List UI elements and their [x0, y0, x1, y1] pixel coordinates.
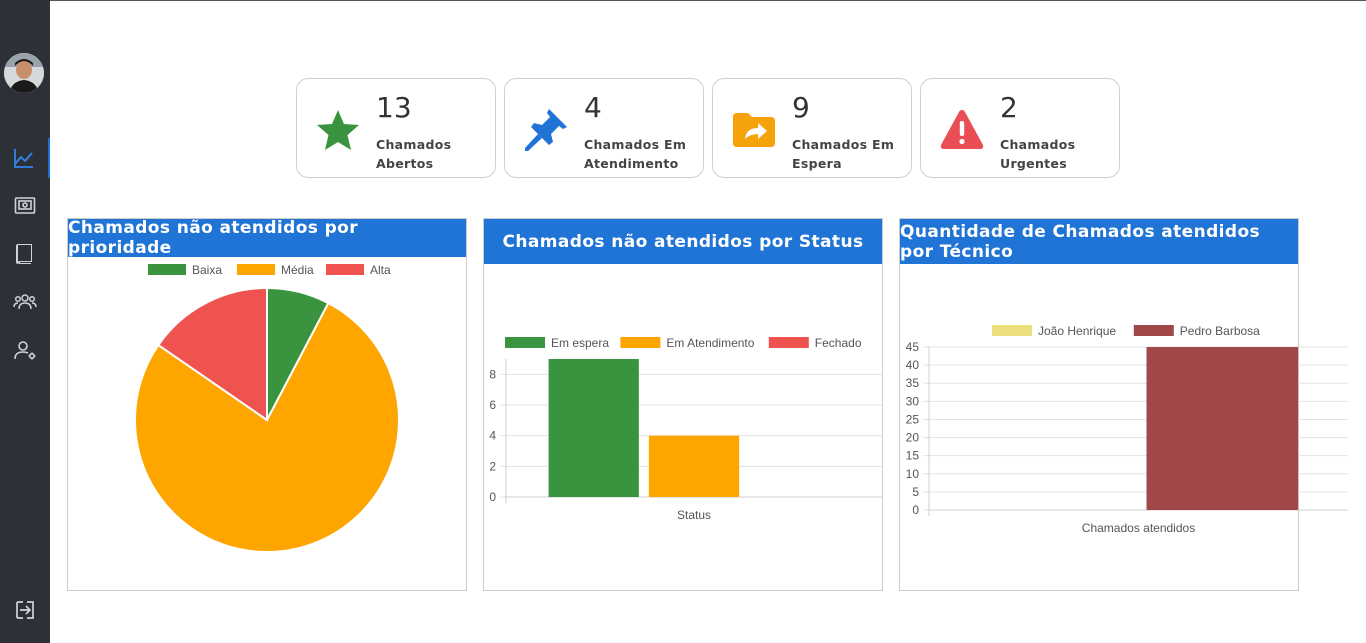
book-icon [16, 244, 32, 264]
panel-status: Chamados não atendidos por Status Em esp… [483, 218, 883, 591]
bar-em-espera [548, 359, 639, 497]
panel-technician: Quantidade de Chamados atendidos por Téc… [899, 218, 1348, 591]
legend-swatch [1133, 325, 1174, 336]
y-tick-label: 6 [489, 398, 496, 412]
panel-priority: Chamados não atendidos por prioridade Ba… [67, 218, 467, 591]
y-tick-label: 30 [906, 394, 920, 408]
card-label: Chamados Abertos [376, 137, 452, 171]
card-count: 13 [376, 91, 412, 124]
y-tick-label: 10 [906, 467, 920, 481]
card-label: Chamados Em Atendimento [584, 137, 687, 171]
card-count: 2 [1000, 91, 1018, 124]
y-tick-label: 45 [906, 340, 920, 354]
sidebar-item-tickets[interactable] [0, 186, 50, 226]
sidebar-item-knowledge-base[interactable] [0, 234, 50, 274]
avatar[interactable] [4, 53, 44, 93]
sidebar-item-user-settings[interactable] [0, 330, 50, 370]
star-icon [317, 110, 359, 150]
y-tick-label: 40 [906, 358, 920, 372]
legend-label: Pedro Barbosa [1180, 324, 1260, 338]
screen-board-icon [14, 197, 36, 214]
card-count: 9 [792, 91, 810, 124]
bar-pedro-barbosa [1146, 347, 1299, 510]
folder-share-icon [733, 113, 775, 147]
card-open-tickets[interactable]: 13 Chamados Abertos [296, 78, 496, 178]
y-tick-label: 25 [906, 412, 920, 426]
y-tick-label: 35 [906, 376, 920, 390]
x-axis-label: Status [677, 508, 711, 522]
technician-bar-chart: João Henrique Pedro Barbosa 0 5 10 15 20 25 30 35… [906, 324, 1348, 535]
logout-icon [16, 601, 34, 619]
card-count: 4 [584, 91, 602, 124]
legend-swatch [148, 264, 186, 275]
priority-pie-chart: Baixa Média Alta [134, 263, 400, 553]
legend-swatch [326, 264, 364, 275]
top-border [50, 0, 1366, 1]
legend-label: Em espera [551, 336, 609, 350]
line-chart-icon [14, 149, 33, 168]
bar-em-atendimento [648, 435, 740, 497]
logout-button[interactable] [0, 590, 50, 630]
warning-icon [940, 110, 984, 149]
card-label: Chamados Urgentes [1000, 137, 1076, 171]
legend-label: Em Atendimento [666, 336, 754, 350]
card-waiting-tickets[interactable]: 9 Chamados Em Espera [712, 78, 912, 178]
legend-swatch [768, 337, 809, 348]
y-tick-label: 8 [489, 367, 496, 381]
y-tick-label: 5 [912, 485, 919, 499]
y-tick-label: 20 [906, 431, 920, 445]
legend-swatch [505, 337, 545, 348]
sidebar-item-dashboard[interactable] [0, 138, 50, 178]
legend-label: Baixa [192, 263, 222, 277]
pushpin-icon [525, 109, 567, 151]
sidebar-item-teams[interactable] [0, 282, 50, 322]
y-tick-label: 0 [489, 490, 496, 504]
legend-label: Média [281, 263, 314, 277]
sidebar [0, 0, 50, 643]
status-bar-chart: Em espera Em Atendimento Fechado 0 2 4 6 8 Statu… [489, 336, 882, 522]
legend-label: Alta [370, 263, 391, 277]
card-in-progress-tickets[interactable]: 4 Chamados Em Atendimento [504, 78, 704, 178]
users-group-icon [13, 294, 37, 310]
user-gear-icon [14, 341, 36, 360]
legend-swatch [992, 325, 1032, 336]
legend-swatch [620, 337, 661, 348]
legend-swatch [237, 264, 275, 275]
y-tick-label: 4 [489, 429, 496, 443]
y-tick-label: 0 [912, 503, 919, 517]
legend-label: Fechado [815, 336, 862, 350]
y-tick-label: 15 [906, 449, 920, 463]
card-urgent-tickets[interactable]: 2 Chamados Urgentes [920, 78, 1120, 178]
card-label: Chamados Em Espera [792, 137, 895, 171]
x-axis-label: Chamados atendidos [1082, 521, 1195, 535]
y-tick-label: 2 [489, 459, 496, 473]
legend-label: João Henrique [1038, 324, 1116, 338]
